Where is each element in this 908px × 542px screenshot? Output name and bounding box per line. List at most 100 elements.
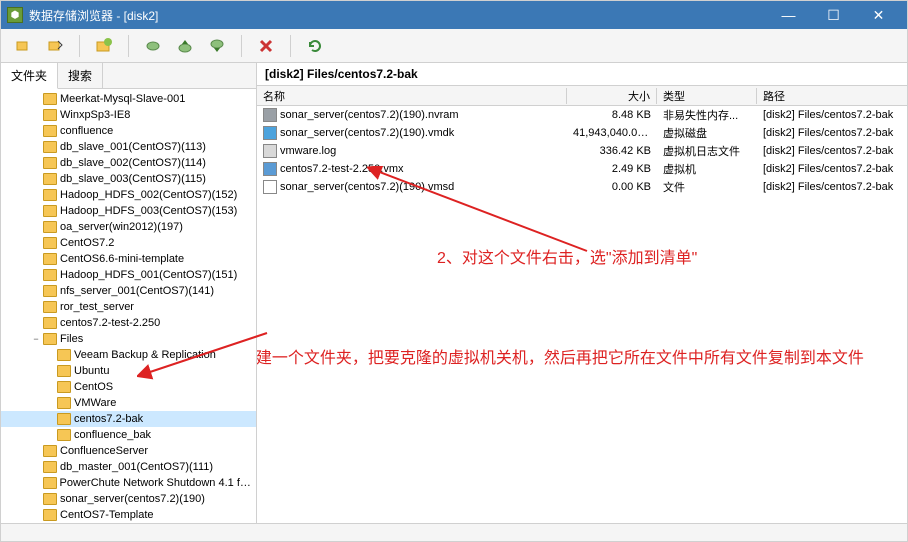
breadcrumb: [disk2] Files/centos7.2-bak <box>257 63 907 86</box>
file-icon <box>263 144 277 158</box>
window-title: 数据存储浏览器 - [disk2] <box>29 7 766 24</box>
tree-item[interactable]: WinxpSp3-IE8 <box>1 107 256 123</box>
folder-icon <box>43 269 57 281</box>
tree-item[interactable]: Ubuntu <box>1 363 256 379</box>
file-type: 虚拟磁盘 <box>657 125 757 141</box>
tree-item[interactable]: oa_server(win2012)(197) <box>1 219 256 235</box>
tree-item-label: db_slave_002(CentOS7)(114) <box>60 155 206 171</box>
tree-item-label: CentOS7-Template <box>60 507 154 523</box>
disk-green-icon[interactable] <box>141 34 165 58</box>
new-folder-icon[interactable] <box>92 34 116 58</box>
file-row[interactable]: sonar_server(centos7.2)(190).nvram 8.48 K… <box>257 106 907 124</box>
folder-icon <box>43 285 57 297</box>
tree-item[interactable]: centos7.2-bak <box>1 411 256 427</box>
main-area: 文件夹 搜索 Meerkat-Mysql-Slave-001WinxpSp3-I… <box>1 63 907 523</box>
tree-item-label: Ubuntu <box>74 363 109 379</box>
column-headers: 名称 大小 类型 路径 修改时间 <box>257 86 907 106</box>
folder-icon <box>43 253 57 265</box>
left-panel: 文件夹 搜索 Meerkat-Mysql-Slave-001WinxpSp3-I… <box>1 63 257 523</box>
disk-upload-icon[interactable] <box>173 34 197 58</box>
folder-icon <box>57 429 71 441</box>
folder-icon <box>43 237 57 249</box>
folder-icon <box>43 509 57 521</box>
tree-item[interactable]: Veeam Backup & Replication <box>1 347 256 363</box>
titlebar: ⬢ 数据存储浏览器 - [disk2] — ☐ ✕ <box>1 1 907 29</box>
annotation-2: 2、对这个文件右击，选"添加到清单" <box>437 244 897 268</box>
tree-item[interactable]: ConfluenceServer <box>1 443 256 459</box>
tree-item[interactable]: confluence <box>1 123 256 139</box>
toolbar <box>1 29 907 63</box>
col-size[interactable]: 大小 <box>567 88 657 104</box>
tree-item[interactable]: CentOS7.2 <box>1 235 256 251</box>
delete-icon[interactable] <box>254 34 278 58</box>
tab-search[interactable]: 搜索 <box>58 63 103 88</box>
tree-item[interactable]: db_slave_003(CentOS7)(115) <box>1 171 256 187</box>
tree-item[interactable]: Hadoop_HDFS_002(CentOS7)(152) <box>1 187 256 203</box>
tree-item-label: VMWare <box>74 395 116 411</box>
tree-item[interactable]: ror_test_server <box>1 299 256 315</box>
tree-item-label: oa_server(win2012)(197) <box>60 219 183 235</box>
file-row[interactable]: sonar_server(centos7.2)(190).vmdk41,943,… <box>257 124 907 142</box>
folder-icon <box>43 301 57 313</box>
file-name: sonar_server(centos7.2)(190).vmsd <box>280 181 454 193</box>
file-size: 8.48 KB <box>567 109 657 121</box>
tree-item-label: CentOS <box>74 379 113 395</box>
tree-item[interactable]: Meerkat-Mysql-Slave-001 <box>1 91 256 107</box>
annotation-1: 1、新建一个文件夹，把要克隆的虚拟机关机，然后再把它所在文件中所有文件复制到本文… <box>257 346 875 397</box>
tree-item[interactable]: CentOS6.6-mini-template <box>1 251 256 267</box>
tree-item-label: db_master_001(CentOS7)(111) <box>60 459 213 475</box>
tree-item[interactable]: sonar_server(centos7.2)(190) <box>1 491 256 507</box>
tree-item[interactable]: PowerChute Network Shutdown 4.1 for VI <box>1 475 256 491</box>
file-row[interactable]: centos7.2-test-2.250.vmx2.49 KB虚拟机[disk2… <box>257 160 907 178</box>
close-button[interactable]: ✕ <box>856 1 901 29</box>
tree-item[interactable]: confluence_bak <box>1 427 256 443</box>
col-path[interactable]: 路径 <box>757 88 907 104</box>
col-name[interactable]: 名称 <box>257 88 567 104</box>
folder-icon <box>57 349 71 361</box>
tree-item[interactable]: centos7.2-test-2.250 <box>1 315 256 331</box>
file-row[interactable]: sonar_server(centos7.2)(190).vmsd0.00 KB… <box>257 178 907 196</box>
tree-item[interactable]: Hadoop_HDFS_001(CentOS7)(151) <box>1 267 256 283</box>
tree-item-label: db_slave_003(CentOS7)(115) <box>60 171 206 187</box>
tree-item-label: Files <box>60 331 83 347</box>
folder-icon <box>43 445 57 457</box>
tree-item[interactable]: db_master_001(CentOS7)(111) <box>1 459 256 475</box>
file-row[interactable]: vmware.log336.42 KB虚拟机日志文件[disk2] Files/… <box>257 142 907 160</box>
disk-download-icon[interactable] <box>205 34 229 58</box>
nav-up-icon[interactable] <box>43 34 67 58</box>
tree-item[interactable]: Hadoop_HDFS_003(CentOS7)(153) <box>1 203 256 219</box>
expander-icon[interactable]: − <box>29 331 43 347</box>
tree-item[interactable]: db_slave_002(CentOS7)(114) <box>1 155 256 171</box>
col-type[interactable]: 类型 <box>657 88 757 104</box>
refresh-icon[interactable] <box>303 34 327 58</box>
tree-item[interactable]: nfs_server_001(CentOS7)(141) <box>1 283 256 299</box>
tree-item[interactable]: − Files <box>1 331 256 347</box>
file-path: [disk2] Files/centos7.2-bak <box>757 127 907 139</box>
file-list[interactable]: sonar_server(centos7.2)(190).nvram 8.48 K… <box>257 106 907 523</box>
file-icon <box>263 108 277 122</box>
tree-item[interactable]: VMWare <box>1 395 256 411</box>
file-type: 虚拟机日志文件 <box>657 143 757 159</box>
maximize-button[interactable]: ☐ <box>811 1 856 29</box>
statusbar <box>1 523 907 541</box>
folder-icon <box>43 493 57 505</box>
file-type: 非易失性内存... <box>657 107 757 123</box>
minimize-button[interactable]: — <box>766 1 811 29</box>
folder-tree[interactable]: Meerkat-Mysql-Slave-001WinxpSp3-IE8confl… <box>1 89 256 523</box>
nav-back-icon[interactable] <box>11 34 35 58</box>
tree-item[interactable]: CentOS <box>1 379 256 395</box>
tree-item-label: sonar_server(centos7.2)(190) <box>60 491 205 507</box>
tab-folders[interactable]: 文件夹 <box>1 63 58 89</box>
tree-item[interactable]: db_slave_001(CentOS7)(113) <box>1 139 256 155</box>
tree-item[interactable]: CentOS7-Template <box>1 507 256 523</box>
folder-icon <box>57 397 71 409</box>
folder-icon <box>43 317 57 329</box>
file-name: sonar_server(centos7.2)(190).nvram <box>280 109 459 121</box>
tree-item-label: CentOS6.6-mini-template <box>60 251 184 267</box>
file-type: 虚拟机 <box>657 161 757 177</box>
tree-item-label: db_slave_001(CentOS7)(113) <box>60 139 206 155</box>
toolbar-separator <box>241 35 242 57</box>
file-icon <box>263 162 277 176</box>
tree-item-label: Hadoop_HDFS_003(CentOS7)(153) <box>60 203 237 219</box>
folder-icon <box>43 109 57 121</box>
